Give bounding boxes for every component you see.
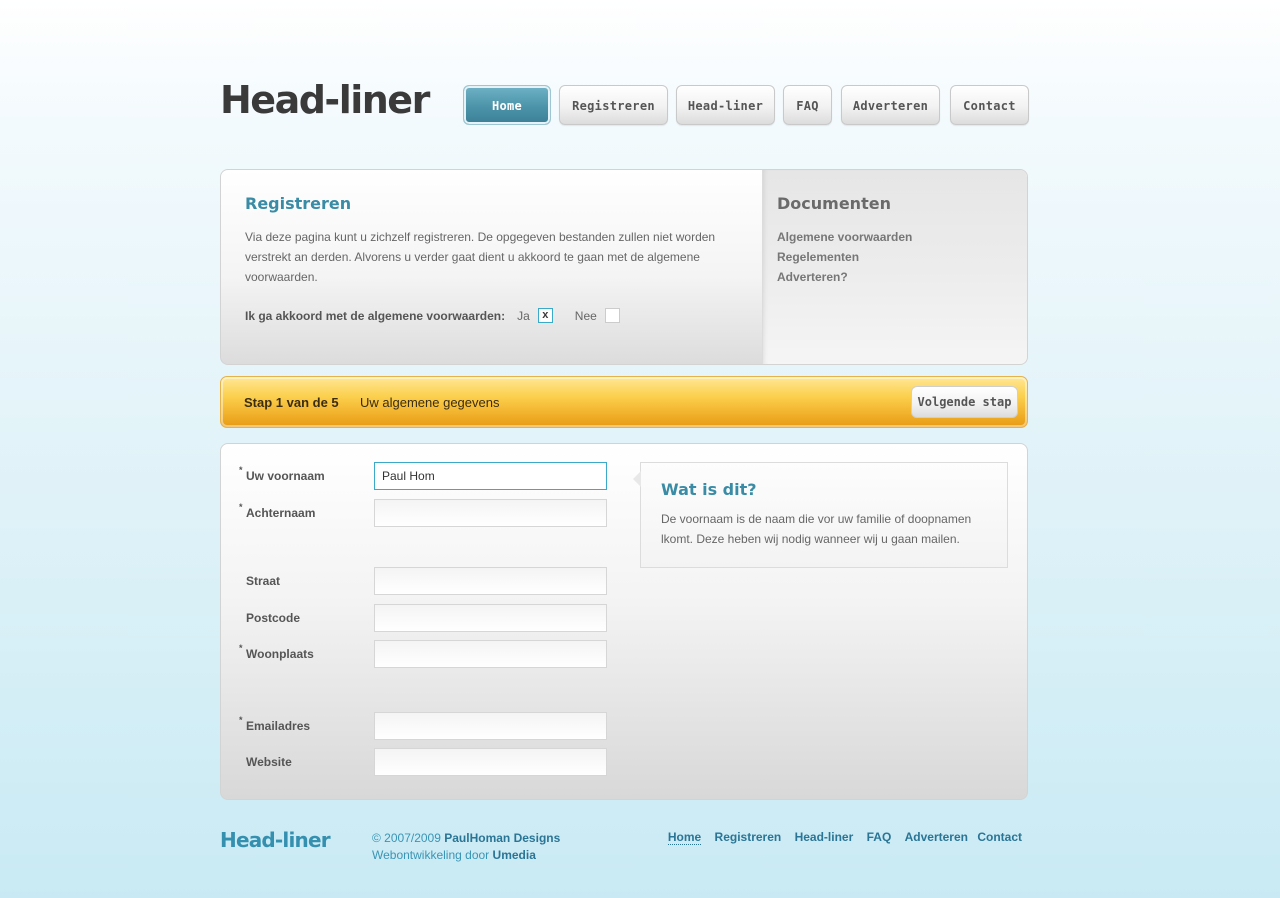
agree-row: Ik ga akkoord met de algemene voorwaarde… bbox=[245, 308, 620, 323]
field-label-postcode: Postcode bbox=[246, 611, 301, 625]
nav-contact[interactable]: Contact bbox=[950, 85, 1029, 125]
achternaam-input[interactable] bbox=[374, 499, 607, 527]
footer-link-registreren[interactable]: Registreren bbox=[715, 830, 782, 844]
documents-list: Algemene voorwaarden Regelementen Advert… bbox=[777, 227, 912, 287]
footer-link-faq[interactable]: FAQ bbox=[867, 830, 892, 844]
copyright-owner-link[interactable]: PaulHoman Designs bbox=[444, 831, 560, 845]
woonplaats-input[interactable] bbox=[374, 640, 607, 668]
field-label-emailadres: Emailadres bbox=[246, 719, 311, 733]
agree-no-checkbox[interactable] bbox=[604, 308, 620, 323]
required-mark: * bbox=[239, 465, 243, 475]
nav-faq[interactable]: FAQ bbox=[783, 85, 832, 125]
next-step-button[interactable]: Volgende stap bbox=[911, 386, 1018, 418]
footer-link-head-liner[interactable]: Head-liner bbox=[795, 830, 854, 844]
site-logo[interactable]: Head-liner bbox=[220, 78, 430, 122]
help-title: Wat is dit? bbox=[661, 480, 757, 499]
nav-head-liner[interactable]: Head-liner bbox=[676, 85, 775, 125]
required-mark: * bbox=[239, 715, 243, 725]
step-title: Uw algemene gegevens bbox=[360, 395, 500, 410]
developer-text: Webontwikkeling door bbox=[372, 848, 490, 862]
agree-yes-checkbox[interactable]: x bbox=[537, 308, 553, 323]
footer-link-home[interactable]: Home bbox=[667, 830, 702, 845]
postcode-input[interactable] bbox=[374, 604, 607, 632]
step-bar: Stap 1 van de 5 Uw algemene gegevens Vol… bbox=[220, 376, 1028, 428]
nav-adverteren[interactable]: Adverteren bbox=[841, 85, 940, 125]
intro-text: Via deze pagina kunt u zichzelf registre… bbox=[245, 230, 716, 284]
help-box: Wat is dit? De voornaam is de naam die v… bbox=[633, 462, 1008, 568]
website-input[interactable] bbox=[374, 748, 607, 776]
required-mark: * bbox=[239, 643, 243, 653]
agree-no-label: Nee bbox=[574, 308, 597, 323]
agree-label: Ik ga akkoord met de algemene voorwaarde… bbox=[245, 308, 506, 323]
nav-home[interactable]: Home bbox=[463, 85, 551, 125]
copyright-text: © 2007/2009 bbox=[372, 831, 441, 845]
field-label-straat: Straat bbox=[246, 574, 281, 588]
field-label-website: Website bbox=[246, 755, 292, 769]
help-text: De voornaam is de naam die vor uw famili… bbox=[661, 512, 972, 546]
help-pointer-icon bbox=[633, 471, 641, 487]
nav-registreren[interactable]: Registreren bbox=[559, 85, 668, 125]
document-link-regelementen[interactable]: Regelementen bbox=[777, 247, 912, 267]
documents-sidebar: Documenten Algemene voorwaarden Regeleme… bbox=[762, 170, 1027, 364]
field-label-achternaam: Achternaam bbox=[246, 506, 316, 520]
voornaam-input[interactable] bbox=[374, 462, 607, 490]
straat-input[interactable] bbox=[374, 567, 607, 595]
document-link-adverteren[interactable]: Adverteren? bbox=[777, 267, 912, 287]
footer-logo[interactable]: Head-liner bbox=[220, 828, 331, 852]
agree-yes-label: Ja bbox=[517, 308, 530, 323]
developer-link[interactable]: Umedia bbox=[493, 848, 536, 862]
field-label-voornaam: Uw voornaam bbox=[246, 469, 325, 483]
emailadres-input[interactable] bbox=[374, 712, 607, 740]
intro-title: Registreren bbox=[245, 194, 352, 213]
registration-form: * Uw voornaam * Achternaam Straat Postco… bbox=[220, 443, 1028, 800]
required-mark: * bbox=[239, 502, 243, 512]
document-link-algemene-voorwaarden[interactable]: Algemene voorwaarden bbox=[777, 227, 912, 247]
documents-title: Documenten bbox=[777, 194, 891, 213]
field-label-woonplaats: Woonplaats bbox=[246, 647, 314, 661]
footer-credits: © 2007/2009 PaulHoman Designs Webontwikk… bbox=[372, 830, 560, 864]
footer-link-contact[interactable]: Contact bbox=[977, 830, 1022, 844]
intro-panel: Registreren Via deze pagina kunt u zichz… bbox=[220, 169, 1028, 365]
step-number: Stap 1 van de 5 bbox=[244, 395, 339, 410]
footer-nav: Home Registreren Head-liner FAQ Adverter… bbox=[658, 830, 1022, 845]
footer-link-adverteren[interactable]: Adverteren bbox=[905, 830, 968, 844]
